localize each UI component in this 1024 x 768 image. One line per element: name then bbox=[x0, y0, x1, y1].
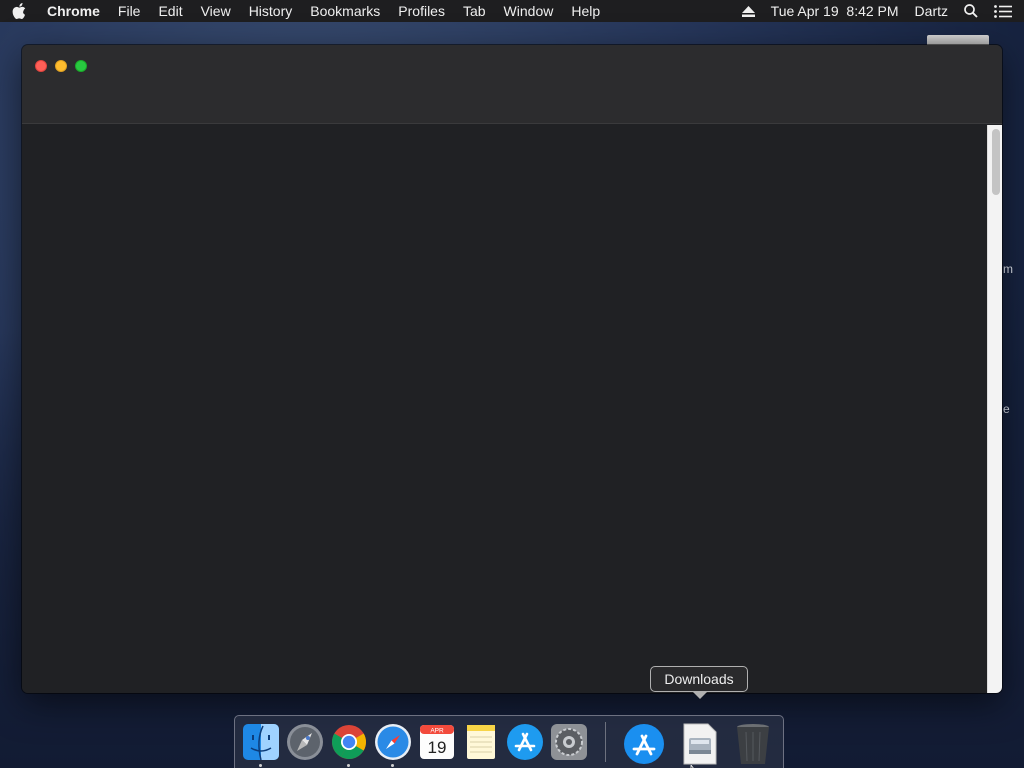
system-preferences-icon[interactable] bbox=[549, 722, 589, 762]
window-minimize-button[interactable] bbox=[55, 60, 67, 72]
downloads-stack-icon[interactable] bbox=[680, 722, 720, 765]
spotlight-search-icon[interactable] bbox=[964, 4, 978, 18]
menu-view[interactable]: View bbox=[192, 3, 240, 19]
calendar-icon[interactable]: APR 19 bbox=[417, 722, 457, 762]
dock-tooltip: Downloads bbox=[650, 666, 748, 699]
dock-separator bbox=[605, 722, 606, 762]
chrome-icon[interactable] bbox=[329, 722, 369, 762]
menu-window[interactable]: Window bbox=[495, 3, 563, 19]
calendar-day: 19 bbox=[428, 738, 447, 757]
desktop-item-label-partial: e bbox=[1003, 402, 1010, 416]
notification-center-icon[interactable] bbox=[994, 4, 1012, 18]
eject-icon[interactable] bbox=[741, 5, 755, 17]
desktop-item-label-partial: m bbox=[1003, 262, 1013, 276]
notes-icon[interactable] bbox=[461, 722, 501, 762]
app-store-icon[interactable] bbox=[505, 722, 545, 762]
menu-bar-status-area: Tue Apr 19 8:42 PM Dartz bbox=[726, 3, 1024, 19]
window-close-button[interactable] bbox=[35, 60, 47, 72]
running-indicator bbox=[259, 764, 262, 767]
scrollbar-thumb[interactable] bbox=[992, 129, 1000, 195]
safari-icon[interactable] bbox=[373, 722, 413, 762]
vertical-scrollbar[interactable] bbox=[987, 125, 1002, 693]
menu-bar: Chrome File Edit View History Bookmarks … bbox=[0, 0, 1024, 22]
menu-help[interactable]: Help bbox=[562, 3, 609, 19]
finder-icon[interactable] bbox=[241, 722, 281, 762]
menu-clock[interactable]: Tue Apr 19 8:42 PM bbox=[771, 3, 899, 19]
page-content-area[interactable] bbox=[22, 125, 987, 693]
menu-profiles[interactable]: Profiles bbox=[389, 3, 454, 19]
window-titlebar[interactable] bbox=[22, 45, 1002, 124]
launchpad-icon[interactable] bbox=[285, 722, 325, 762]
menu-edit[interactable]: Edit bbox=[149, 3, 191, 19]
running-indicator bbox=[391, 764, 394, 767]
browser-window bbox=[22, 45, 1002, 693]
dock: APR 19 bbox=[234, 715, 784, 768]
calendar-month: APR bbox=[430, 728, 444, 735]
menu-bookmarks[interactable]: Bookmarks bbox=[301, 3, 389, 19]
running-indicator bbox=[347, 764, 350, 767]
menu-user-name[interactable]: Dartz bbox=[915, 3, 948, 19]
apple-icon[interactable] bbox=[0, 3, 38, 19]
mouse-cursor-icon bbox=[690, 760, 700, 768]
menu-tab[interactable]: Tab bbox=[454, 3, 495, 19]
menu-file[interactable]: File bbox=[109, 3, 150, 19]
menu-history[interactable]: History bbox=[240, 3, 302, 19]
applications-folder-icon[interactable] bbox=[622, 722, 664, 764]
trash-icon[interactable] bbox=[733, 722, 773, 764]
window-maximize-button[interactable] bbox=[75, 60, 87, 72]
menu-app-name[interactable]: Chrome bbox=[38, 3, 109, 19]
